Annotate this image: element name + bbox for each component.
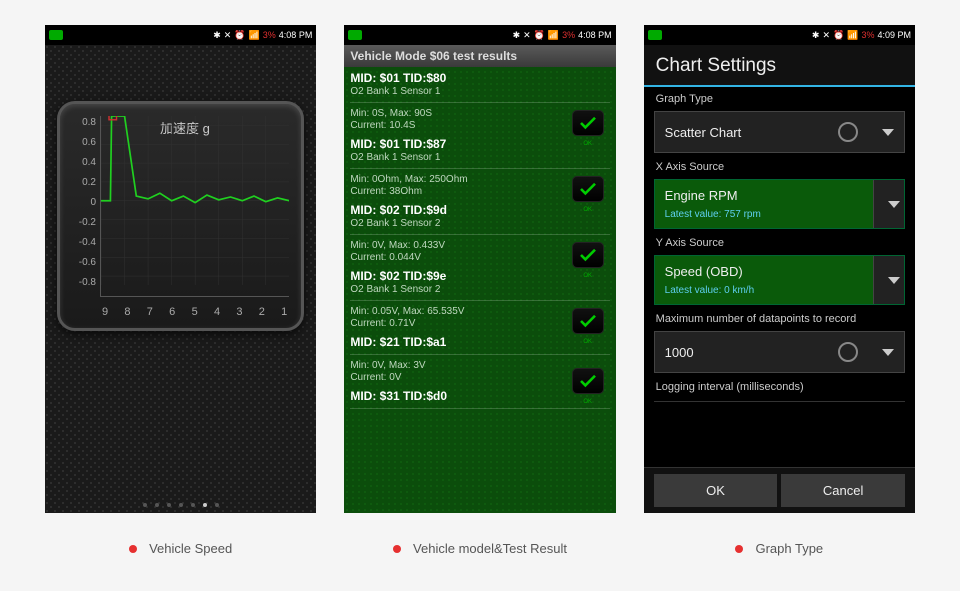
signal-icon: 📶 <box>847 30 858 41</box>
x-axis-labels: 987654321 <box>102 306 287 318</box>
app-icon <box>348 30 362 40</box>
y-axis-select[interactable]: Speed (OBD) Latest value: 0 km/h <box>654 255 905 305</box>
acceleration-chart: 加速度 g 0.80.60.40.20-0.2-0.4-0.6-0.8 9876… <box>57 101 304 331</box>
y-axis-value: Speed (OBD) <box>665 264 743 279</box>
test-result-item[interactable]: MID: $01 TID:$87O2 Bank 1 Sensor 1Min: 0… <box>350 133 609 199</box>
bluetooth-icon: ✱ <box>513 30 521 41</box>
clock: 4:08 PM <box>279 30 313 40</box>
battery-level: 3% <box>562 30 575 40</box>
chevron-down-icon <box>882 349 894 356</box>
caption-text: Graph Type <box>755 541 823 556</box>
phone-vehicle-speed: ✱ ✕ ⏰ 📶 3% 4:08 PM 加速度 g 0.80.60.40.20-0… <box>45 25 316 513</box>
plot-area <box>100 116 289 297</box>
x-axis-latest: Latest value: 757 rpm <box>665 209 761 220</box>
max-points-value: 1000 <box>665 345 694 360</box>
signal-icon: 📶 <box>548 30 559 41</box>
caption-2: Vehicle model&Test Result <box>344 541 615 556</box>
max-points-label: Maximum number of datapoints to record <box>644 307 915 329</box>
x-axis-value: Engine RPM <box>665 188 738 203</box>
bluetooth-icon: ✱ <box>213 30 221 41</box>
test-result-item[interactable]: MID: $01 TID:$80O2 Bank 1 Sensor 1Min: 0… <box>350 67 609 133</box>
radio-icon <box>838 342 858 362</box>
interval-label: Logging interval (milliseconds) <box>644 375 915 397</box>
battery-level: 3% <box>861 30 874 40</box>
mute-icon: ✕ <box>224 30 232 41</box>
chevron-down-icon <box>888 201 900 208</box>
bullet-icon <box>129 545 137 553</box>
caption-text: Vehicle Speed <box>149 541 232 556</box>
bullet-icon <box>735 545 743 553</box>
graph-type-value: Scatter Chart <box>665 125 742 140</box>
cancel-button[interactable]: Cancel <box>781 474 905 507</box>
phone-chart-settings: ✱ ✕ ⏰ 📶 3% 4:09 PM Chart Settings Graph … <box>644 25 915 513</box>
caption-1: Vehicle Speed <box>45 541 316 556</box>
radio-icon <box>838 122 858 142</box>
clock: 4:09 PM <box>877 30 911 40</box>
chevron-down-icon <box>882 129 894 136</box>
x-axis-label: X Axis Source <box>644 155 915 177</box>
clock: 4:08 PM <box>578 30 612 40</box>
status-bar: ✱ ✕ ⏰ 📶 3% 4:09 PM <box>644 25 915 45</box>
caption-3: Graph Type <box>644 541 915 556</box>
dialog-title: Chart Settings <box>644 45 915 87</box>
bluetooth-icon: ✱ <box>812 30 820 41</box>
alarm-icon: ⏰ <box>833 30 844 41</box>
mute-icon: ✕ <box>523 30 531 41</box>
signal-icon: 📶 <box>249 30 260 41</box>
bullet-icon <box>393 545 401 553</box>
status-bar: ✱ ✕ ⏰ 📶 3% 4:08 PM <box>344 25 615 45</box>
page-dots[interactable] <box>45 503 316 507</box>
test-result-item[interactable]: MID: $31 TID:$d0 <box>350 385 609 416</box>
y-axis-latest: Latest value: 0 km/h <box>665 285 755 296</box>
caption-text: Vehicle model&Test Result <box>413 541 567 556</box>
battery-level: 3% <box>263 30 276 40</box>
screen-title: Vehicle Mode $06 test results <box>344 45 615 67</box>
test-result-item[interactable]: MID: $02 TID:$9eO2 Bank 1 Sensor 2Min: 0… <box>350 265 609 331</box>
chevron-down-icon <box>888 277 900 284</box>
alarm-icon: ⏰ <box>234 30 245 41</box>
y-axis-labels: 0.80.60.40.20-0.2-0.4-0.6-0.8 <box>70 112 100 292</box>
dialog-buttons: OK Cancel <box>644 467 915 513</box>
mute-icon: ✕ <box>822 30 830 41</box>
test-result-item[interactable]: MID: $02 TID:$9dO2 Bank 1 Sensor 2Min: 0… <box>350 199 609 265</box>
test-result-item[interactable]: MID: $21 TID:$a1Min: 0V, Max: 3VCurrent:… <box>350 331 609 385</box>
test-result-list[interactable]: MID: $01 TID:$80O2 Bank 1 Sensor 1Min: 0… <box>344 67 615 416</box>
x-axis-select[interactable]: Engine RPM Latest value: 757 rpm <box>654 179 905 229</box>
graph-type-label: Graph Type <box>644 87 915 109</box>
phone-test-results: ✱ ✕ ⏰ 📶 3% 4:08 PM Vehicle Mode $06 test… <box>344 25 615 513</box>
max-points-select[interactable]: 1000 <box>654 331 905 373</box>
y-axis-label: Y Axis Source <box>644 231 915 253</box>
graph-type-select[interactable]: Scatter Chart <box>654 111 905 153</box>
status-bar: ✱ ✕ ⏰ 📶 3% 4:08 PM <box>45 25 316 45</box>
alarm-icon: ⏰ <box>534 30 545 41</box>
app-icon <box>648 30 662 40</box>
ok-button[interactable]: OK <box>654 474 778 507</box>
app-icon <box>49 30 63 40</box>
